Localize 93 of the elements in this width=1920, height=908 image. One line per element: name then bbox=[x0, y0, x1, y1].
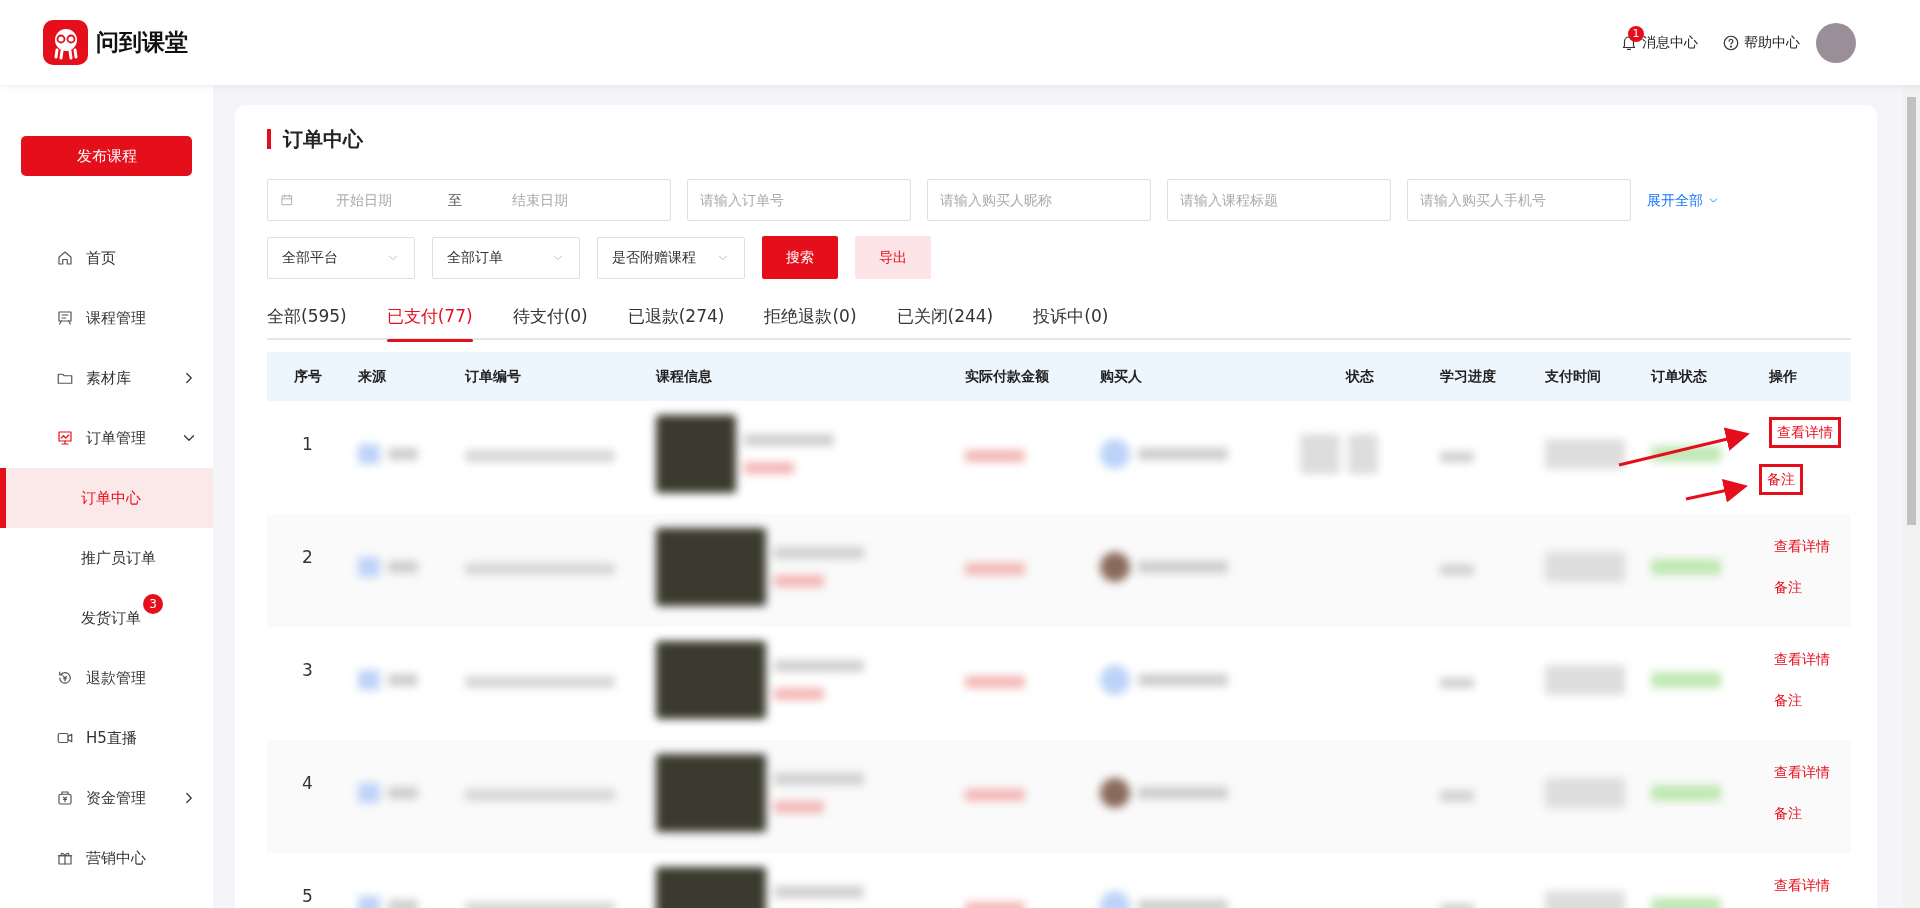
monitor-icon bbox=[56, 429, 74, 447]
row-number: 1 bbox=[267, 400, 348, 514]
help-center-link[interactable]: 帮助中心 bbox=[1744, 32, 1800, 53]
input-field[interactable]: 请输入购买人手机号 bbox=[1407, 179, 1631, 221]
export-button[interactable]: 导出 bbox=[855, 236, 931, 279]
message-center-link[interactable]: 消息中心 bbox=[1642, 32, 1698, 53]
wallet-icon bbox=[56, 789, 74, 807]
calendar-icon bbox=[280, 193, 294, 207]
filter-tab[interactable]: 待支付(0) bbox=[512, 304, 588, 338]
input-field[interactable]: 请输入购买人昵称 bbox=[927, 179, 1151, 221]
blurred-content bbox=[1651, 672, 1721, 688]
select-dropdown[interactable]: 全部平台 bbox=[267, 236, 415, 279]
menu-label: 首页 bbox=[86, 247, 116, 269]
home-icon bbox=[56, 249, 74, 267]
column-header: 实际付款金额 bbox=[955, 351, 1090, 401]
action-link[interactable]: 查看详情 bbox=[1769, 533, 1835, 559]
filter-tab[interactable]: 已退款(274) bbox=[627, 304, 725, 338]
publish-course-button[interactable]: 发布课程 bbox=[21, 136, 192, 176]
sidebar-item[interactable]: 课程管理 bbox=[0, 288, 213, 348]
action-link[interactable]: 查看详情 bbox=[1772, 419, 1838, 445]
input-field[interactable]: 请输入订单号 bbox=[687, 179, 911, 221]
row-number: 5 bbox=[267, 852, 348, 908]
blurred-content bbox=[1651, 559, 1721, 575]
sidebar-item[interactable]: H5直播 bbox=[0, 708, 213, 768]
blurred-content bbox=[1651, 785, 1721, 801]
sidebar-subitem[interactable]: 发货订单 3 bbox=[0, 588, 213, 648]
blurred-content bbox=[1440, 791, 1474, 801]
action-link[interactable]: 查看详情 bbox=[1769, 646, 1835, 672]
blurred-content bbox=[1440, 452, 1474, 462]
sidebar-subitem[interactable]: 推广员订单 bbox=[0, 528, 213, 588]
blurred-content bbox=[358, 669, 418, 690]
column-header: 订单编号 bbox=[455, 351, 646, 401]
action-link[interactable]: 备注 bbox=[1769, 800, 1807, 826]
blurred-content bbox=[965, 450, 1025, 462]
blurred-content bbox=[1440, 678, 1474, 688]
sidebar-item[interactable]: 订单管理 bbox=[0, 408, 213, 468]
select-dropdown[interactable]: 全部订单 bbox=[432, 236, 580, 279]
arrow bbox=[1685, 478, 1748, 502]
action-link[interactable]: 查看详情 bbox=[1769, 872, 1835, 898]
column-header: 订单状态 bbox=[1641, 351, 1759, 401]
scrollbar[interactable] bbox=[1903, 85, 1920, 908]
count-badge: 3 bbox=[143, 594, 163, 614]
blurred-content bbox=[965, 563, 1025, 575]
refund-icon bbox=[56, 669, 74, 687]
action-link[interactable]: 备注 bbox=[1769, 687, 1807, 713]
sidebar-item[interactable]: 素材库 bbox=[0, 348, 213, 408]
row-number: 4 bbox=[267, 739, 348, 853]
select-dropdown[interactable]: 是否附赠课程 bbox=[597, 236, 745, 279]
column-header: 购买人 bbox=[1090, 351, 1290, 401]
menu-label: 课程管理 bbox=[86, 307, 146, 329]
sidebar-item[interactable]: 退款管理 bbox=[0, 648, 213, 708]
sidebar-item[interactable]: 首页 bbox=[0, 228, 213, 288]
expand-all-link[interactable]: 展开全部 bbox=[1647, 189, 1720, 211]
menu-label: 资金管理 bbox=[86, 787, 146, 809]
blurred-content bbox=[965, 676, 1025, 688]
board-icon bbox=[56, 309, 74, 327]
search-button[interactable]: 搜索 bbox=[762, 236, 838, 279]
action-link[interactable]: 备注 bbox=[1769, 574, 1807, 600]
sidebar-subitem[interactable]: 订单中心 bbox=[0, 468, 213, 528]
logo-icon bbox=[43, 20, 88, 65]
menu-label: 素材库 bbox=[86, 367, 131, 389]
row-number: 2 bbox=[267, 513, 348, 627]
blurred-content bbox=[358, 556, 418, 577]
column-header: 来源 bbox=[348, 351, 455, 401]
filter-tab[interactable]: 全部(595) bbox=[267, 304, 347, 338]
input-field[interactable]: 请输入课程标题 bbox=[1167, 179, 1391, 221]
date-range-field[interactable]: 开始日期 至 结束日期 bbox=[267, 179, 671, 221]
column-header: 学习进度 bbox=[1430, 351, 1535, 401]
row-number: 3 bbox=[267, 626, 348, 740]
blurred-content bbox=[1440, 565, 1474, 575]
page-title: 订单中心 bbox=[267, 129, 1868, 149]
menu-label: 退款管理 bbox=[86, 667, 146, 689]
column-header: 课程信息 bbox=[646, 351, 955, 401]
sidebar-item[interactable]: 营销中心 bbox=[0, 828, 213, 888]
help-icon bbox=[1722, 33, 1740, 52]
logo-text: 问到课堂 bbox=[96, 28, 188, 58]
sidebar-item[interactable]: 资金管理 bbox=[0, 768, 213, 828]
column-header: 支付时间 bbox=[1535, 351, 1641, 401]
blurred-content bbox=[358, 782, 418, 803]
blurred-content bbox=[358, 443, 418, 464]
blurred-content bbox=[965, 789, 1025, 801]
action-link[interactable]: 查看详情 bbox=[1769, 759, 1835, 785]
menu-label: 营销中心 bbox=[86, 847, 146, 869]
column-header: 序号 bbox=[267, 351, 348, 401]
filter-tab[interactable]: 投诉中(0) bbox=[1033, 304, 1109, 338]
column-header: 操作 bbox=[1759, 351, 1851, 401]
column-header: 状态 bbox=[1290, 351, 1430, 401]
filter-tab[interactable]: 已关闭(244) bbox=[896, 304, 994, 338]
avatar[interactable] bbox=[1816, 22, 1856, 63]
action-link[interactable]: 备注 bbox=[1762, 466, 1800, 492]
menu-label: H5直播 bbox=[86, 727, 137, 749]
menu-label: 订单管理 bbox=[86, 427, 146, 449]
filter-tab[interactable]: 拒绝退款(0) bbox=[764, 304, 857, 338]
